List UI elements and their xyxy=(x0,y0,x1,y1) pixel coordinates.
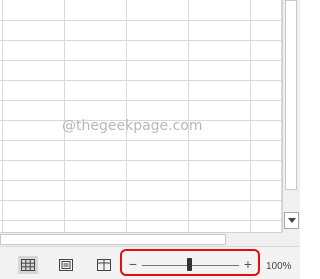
page-break-preview-button[interactable] xyxy=(94,256,114,274)
scroll-down-button[interactable] xyxy=(284,212,299,229)
page-layout-icon xyxy=(59,259,73,271)
row-divider xyxy=(0,20,282,21)
column-divider xyxy=(64,0,65,232)
page-layout-view-button[interactable] xyxy=(56,256,76,274)
sheet-grid[interactable]: @thegeekpage.com xyxy=(0,0,282,232)
grid-icon xyxy=(21,259,35,271)
row-divider xyxy=(0,80,282,81)
column-divider xyxy=(2,0,3,232)
zoom-in-button[interactable]: + xyxy=(243,256,253,272)
zoom-slider-thumb[interactable] xyxy=(187,258,192,271)
row-divider xyxy=(0,100,282,101)
column-divider xyxy=(250,0,251,232)
column-divider xyxy=(126,0,127,232)
column-divider xyxy=(188,0,189,232)
horizontal-scroll-thumb[interactable] xyxy=(0,234,226,245)
row-divider xyxy=(0,180,282,181)
horizontal-scrollbar[interactable] xyxy=(0,232,282,246)
zoom-out-button[interactable]: − xyxy=(128,256,138,272)
vertical-scrollbar[interactable] xyxy=(282,0,300,232)
row-divider xyxy=(0,220,282,221)
normal-view-button[interactable] xyxy=(18,256,38,274)
row-divider xyxy=(0,200,282,201)
row-divider xyxy=(0,160,282,161)
watermark-text: @thegeekpage.com xyxy=(62,118,203,134)
scrollbar-corner xyxy=(282,232,300,246)
row-divider xyxy=(0,140,282,141)
vertical-scroll-thumb[interactable] xyxy=(285,0,297,190)
row-divider xyxy=(0,40,282,41)
page-break-icon xyxy=(97,259,111,271)
row-divider xyxy=(0,60,282,61)
zoom-level-label[interactable]: 100% xyxy=(266,261,292,272)
